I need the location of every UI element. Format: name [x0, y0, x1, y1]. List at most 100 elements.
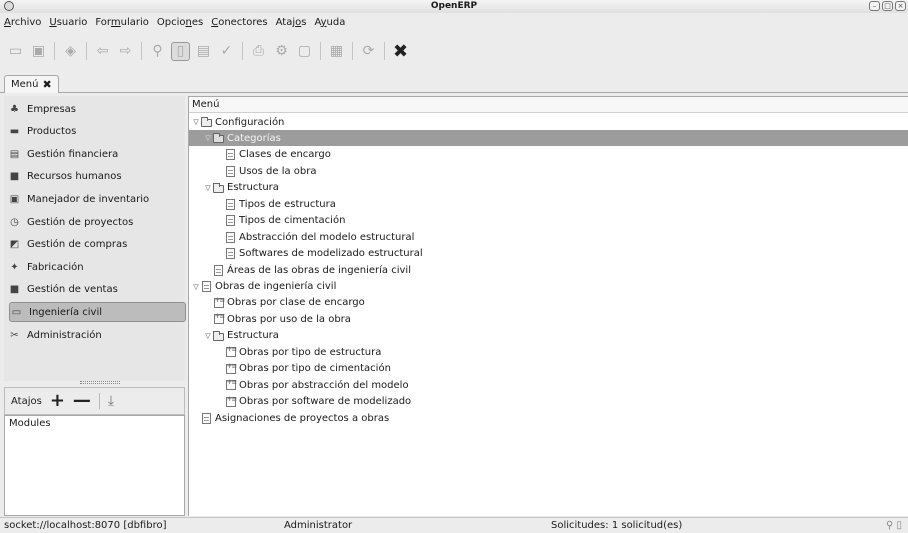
- tree-row[interactable]: Obras por abstracción del modelo: [189, 377, 908, 393]
- search-icon[interactable]: ⚲: [148, 42, 167, 61]
- tree-row[interactable]: Obras por software de modelizado: [189, 394, 908, 410]
- sales-icon: ■: [9, 284, 20, 296]
- attachment-icon[interactable]: ▢: [295, 42, 314, 61]
- requests-status[interactable]: Solicitudes: 1 solicitud(es): [551, 520, 682, 531]
- menu-item-usuario[interactable]: Usuario: [49, 17, 87, 28]
- tree-row[interactable]: Usos de la obra: [189, 163, 908, 179]
- go-shortcut-icon[interactable]: ⤓: [108, 393, 114, 409]
- save-icon[interactable]: ▣: [29, 42, 48, 61]
- tree-row[interactable]: Obras por tipo de cimentación: [189, 361, 908, 377]
- tree-row-label: Obras por tipo de estructura: [239, 346, 382, 358]
- tree-row-label: Obras por clase de encargo: [227, 297, 365, 309]
- delete-icon[interactable]: ◈: [61, 42, 80, 61]
- tree-row-label: Obras por abstracción del modelo: [239, 379, 409, 391]
- expander-icon[interactable]: ▽: [203, 184, 213, 192]
- close-tab-icon[interactable]: ✖: [42, 78, 51, 91]
- module-item[interactable]: ♣ Empresas: [8, 99, 183, 119]
- tree-row[interactable]: ▽ Estructura: [189, 328, 908, 344]
- shortcut-item[interactable]: Modules: [9, 418, 180, 429]
- module-label: Recursos humanos: [27, 171, 122, 183]
- remove-shortcut-icon[interactable]: —: [73, 392, 91, 410]
- form-view-icon[interactable]: ▯: [171, 41, 190, 61]
- module-item[interactable]: ▬ Productos: [8, 122, 183, 142]
- menu-item-opciones[interactable]: Opciones: [157, 17, 203, 28]
- module-item[interactable]: ◷ Gestión de proyectos: [8, 212, 183, 232]
- module-label: Gestión financiera: [27, 148, 119, 160]
- search-request-icon[interactable]: ⚲: [886, 520, 893, 531]
- document-icon: [225, 149, 236, 161]
- toolbar-separator: [242, 42, 243, 60]
- tree-row[interactable]: ▽ Estructura: [189, 180, 908, 196]
- tree-view-icon: [225, 362, 236, 374]
- tab-menu[interactable]: Menú ✖: [4, 75, 59, 93]
- module-item[interactable]: ✦ Fabricación: [8, 257, 183, 277]
- window-title: OpenERP: [430, 1, 478, 11]
- connection-status: socket://localhost:8070 [dbfibro]: [4, 520, 167, 531]
- tree-row[interactable]: Tipos de estructura: [189, 196, 908, 212]
- new-icon[interactable]: ▭: [6, 42, 25, 61]
- menu-item-formulario[interactable]: Formulario: [95, 17, 148, 28]
- tree-row[interactable]: ▽ Configuración: [189, 114, 908, 130]
- add-shortcut-icon[interactable]: +: [50, 392, 65, 410]
- tree-row[interactable]: ▽ Obras de ingeniería civil: [189, 279, 908, 295]
- module-item[interactable]: ◩ Gestión de compras: [8, 235, 183, 255]
- shortcuts-title: Atajos: [11, 395, 42, 407]
- tree-row[interactable]: Clases de encargo: [189, 147, 908, 163]
- toolbar: ▭ ▣ ◈ ⇦ ⇨ ⚲ ▯ ▤ ✓ ⎙ ⚙ ▢ ▦ ⟳ ✖: [0, 31, 908, 71]
- document-icon: [225, 198, 236, 210]
- tree-row[interactable]: Áreas de las obras de ingeniería civil: [189, 262, 908, 278]
- menu-item-archivo[interactable]: Archivo: [4, 17, 41, 28]
- menu-bar: Archivo Usuario Formulario Opciones Conector…: [0, 13, 908, 31]
- module-item[interactable]: ✂ Administración: [8, 325, 183, 345]
- tree-view-icon: [213, 296, 224, 308]
- expander-icon[interactable]: ▽: [203, 134, 213, 142]
- module-item[interactable]: ■ Recursos humanos: [8, 167, 183, 187]
- tree-row[interactable]: Asignaciones de proyectos a obras: [189, 410, 908, 426]
- tree-row-label: Tipos de estructura: [239, 198, 336, 210]
- spell-check-icon[interactable]: ✓: [217, 42, 236, 61]
- close-icon[interactable]: ✖: [391, 41, 410, 62]
- pane-splitter[interactable]: [80, 381, 120, 384]
- module-item[interactable]: ▣ Manejador de inventario: [8, 189, 183, 209]
- tree-row[interactable]: Tipos de cimentación: [189, 213, 908, 229]
- toolbar-separator: [320, 42, 321, 60]
- menu-item-atajos[interactable]: Atajos: [276, 17, 307, 28]
- document-icon: [201, 412, 212, 424]
- tree-row[interactable]: ▽ Categorías: [189, 130, 908, 147]
- status-bar: socket://localhost:8070 [dbfibro] Admini…: [0, 517, 908, 533]
- module-item[interactable]: ■ Gestión de ventas: [8, 280, 183, 300]
- maximize-button[interactable]: □: [882, 1, 893, 11]
- tree-row[interactable]: Obras por clase de encargo: [189, 295, 908, 311]
- tree-view-icon: [213, 312, 224, 325]
- document-icon: [201, 281, 212, 292]
- menu-item-ayuda[interactable]: Ayuda: [314, 17, 345, 28]
- tree-row[interactable]: Abstracción del modelo estructural: [189, 229, 908, 245]
- list-view-icon[interactable]: ▤: [194, 42, 213, 61]
- next-icon[interactable]: ⇨: [116, 42, 135, 61]
- plugins-icon[interactable]: ⚙: [272, 42, 291, 61]
- tree-row[interactable]: Softwares de modelizado estructural: [189, 246, 908, 262]
- current-user: Administrator: [284, 520, 353, 531]
- expander-icon[interactable]: ▽: [191, 118, 201, 126]
- document-icon: [225, 248, 236, 260]
- tree-row[interactable]: Obras por tipo de estructura: [189, 344, 908, 360]
- menu-item-conectores[interactable]: Conectores: [211, 17, 267, 28]
- tree-view-icon: [225, 395, 236, 407]
- tree-row-label: Categorías: [227, 132, 281, 144]
- module-item[interactable]: ▤ Gestión financiera: [8, 144, 183, 164]
- module-item[interactable]: ▭ Ingeniería civil: [9, 302, 186, 323]
- close-window-button[interactable]: ×: [895, 1, 906, 11]
- minimize-button[interactable]: –: [869, 1, 880, 11]
- tree-column-header[interactable]: Menú: [189, 97, 908, 113]
- folder-icon: [213, 182, 224, 193]
- print-icon[interactable]: ⎙: [249, 42, 268, 61]
- tree-row[interactable]: Obras por uso de la obra: [189, 311, 908, 327]
- module-label: Gestión de ventas: [27, 284, 118, 296]
- previous-icon[interactable]: ⇦: [93, 42, 112, 61]
- expander-icon[interactable]: ▽: [203, 332, 213, 340]
- expander-icon[interactable]: ▽: [191, 283, 201, 291]
- new-request-icon[interactable]: ▯: [896, 520, 902, 531]
- calendar-icon[interactable]: ▦: [327, 42, 346, 61]
- reload-icon[interactable]: ⟳: [359, 42, 378, 61]
- toolbar-separator: [98, 393, 100, 409]
